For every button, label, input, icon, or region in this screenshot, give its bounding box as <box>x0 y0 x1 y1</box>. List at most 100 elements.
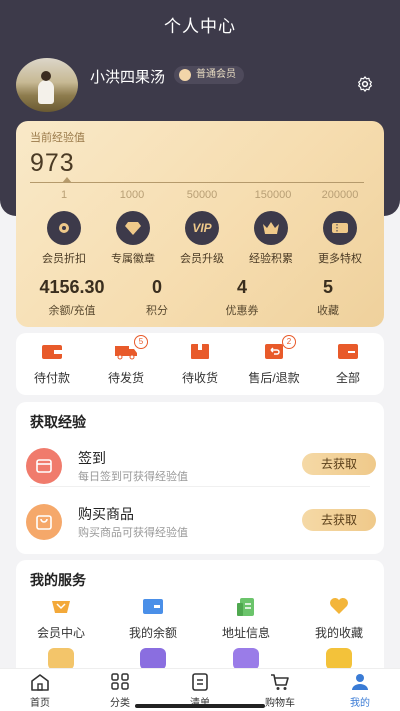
member-card-icon <box>52 601 70 613</box>
service-label: 我的收藏 <box>314 626 363 640</box>
perk-label: 更多特权 <box>318 253 362 265</box>
service-my-balance[interactable]: 我的余额 <box>113 596 193 641</box>
gear-icon[interactable] <box>356 75 374 93</box>
service-member-center[interactable]: 会员中心 <box>21 596 101 641</box>
experience-progress-line <box>30 182 364 183</box>
member-level-label: 普通会员 <box>196 69 236 80</box>
section-title: 获取经验 <box>30 414 86 430</box>
task-description: 购买商品可获得经验值 <box>78 527 188 539</box>
perk-label: 会员升级 <box>180 253 224 265</box>
username: 小洪四果汤 <box>90 69 166 86</box>
user-icon <box>352 674 368 690</box>
order-pending-shipment[interactable]: 5 待发货 <box>91 335 161 386</box>
perk-member-upgrade[interactable]: VIP 会员升级 <box>167 211 237 266</box>
order-status-bar: 待付款 5 待发货 待收货 2 售后/退款 全部 <box>16 333 384 395</box>
stat-balance[interactable]: 4156.30 余额/充值 <box>27 277 117 318</box>
task-description: 每日签到可获得经验值 <box>78 471 188 483</box>
crown-icon <box>263 222 279 234</box>
order-count-badge: 5 <box>134 335 148 349</box>
page-title: 个人中心 <box>164 17 236 36</box>
balance-card-icon <box>143 599 163 614</box>
wallet-icon <box>42 345 62 359</box>
level-tick: 50000 <box>186 189 218 201</box>
home-indicator <box>135 704 265 708</box>
order-label: 售后/退款 <box>248 371 300 385</box>
perk-label: 经验积累 <box>249 253 293 265</box>
tab-label: 我的 <box>350 698 370 709</box>
task-purchase: 购买商品 购买商品可获得经验值 去获取 <box>16 496 384 552</box>
service-icon-partial[interactable] <box>233 648 259 670</box>
list-icon <box>192 673 208 691</box>
grid-icon <box>111 673 129 690</box>
experience-label: 当前经验值 <box>30 132 85 144</box>
stat-favorites[interactable]: 5 收藏 <box>283 277 373 318</box>
bag-icon <box>26 504 62 540</box>
section-title: 我的服务 <box>30 572 86 588</box>
checkin-get-button[interactable]: 去获取 <box>302 453 376 475</box>
service-label: 地址信息 <box>221 626 270 640</box>
service-label: 会员中心 <box>36 626 85 640</box>
discount-icon <box>59 223 69 233</box>
order-after-sales[interactable]: 2 售后/退款 <box>239 335 309 386</box>
calendar-icon <box>26 448 62 484</box>
task-checkin: 签到 每日签到可获得经验值 去获取 <box>16 440 384 496</box>
stat-label: 优惠券 <box>225 305 259 317</box>
perk-label: 专属徽章 <box>111 253 155 265</box>
service-icon-partial[interactable] <box>326 648 352 670</box>
order-pending-payment[interactable]: 待付款 <box>17 341 87 386</box>
orders-icon <box>338 344 358 359</box>
order-label: 待收货 <box>181 371 218 385</box>
level-tick: 150000 <box>254 189 292 201</box>
address-icon <box>237 598 254 616</box>
stat-coupons[interactable]: 4 优惠券 <box>197 277 287 318</box>
service-icon-partial[interactable] <box>48 648 74 670</box>
my-services-section: 我的服务 会员中心 我的余额 地址信息 我的收藏 <box>16 560 384 670</box>
order-label: 待付款 <box>33 371 70 385</box>
experience-value: 973 <box>30 149 75 177</box>
perk-experience-accumulation[interactable]: 经验积累 <box>236 211 306 266</box>
order-all[interactable]: 全部 <box>313 341 383 386</box>
perk-label: 会员折扣 <box>42 253 86 265</box>
member-badge-icon <box>179 69 191 81</box>
divider <box>30 486 370 487</box>
tab-label: 首页 <box>30 698 50 709</box>
avatar[interactable] <box>16 58 78 112</box>
perk-member-discount[interactable]: 会员折扣 <box>29 211 99 266</box>
task-name: 签到 <box>78 450 106 466</box>
member-level-badge: 普通会员 <box>174 66 244 84</box>
order-label: 全部 <box>335 371 360 385</box>
vip-icon: VIP <box>192 221 212 235</box>
cart-icon <box>271 674 289 690</box>
level-tick: 1000 <box>119 189 145 201</box>
service-icon-partial[interactable] <box>140 648 166 670</box>
stat-value: 5 <box>322 277 333 297</box>
earn-experience-section: 获取经验 签到 每日签到可获得经验值 去获取 购买商品 购买商品可获得经验值 去… <box>16 402 384 554</box>
stat-points[interactable]: 0 积分 <box>112 277 202 318</box>
perk-more-privileges[interactable]: 更多特权 <box>305 211 375 266</box>
service-address-info[interactable]: 地址信息 <box>206 596 286 641</box>
progress-marker <box>62 177 72 183</box>
home-icon <box>31 674 49 691</box>
stat-label: 积分 <box>146 305 168 317</box>
stat-value: 4 <box>236 277 247 297</box>
tab-home[interactable]: 首页 <box>10 673 70 709</box>
service-label: 我的余额 <box>128 626 177 640</box>
order-count-badge: 2 <box>282 335 296 349</box>
level-tick: 200000 <box>321 189 359 201</box>
perk-exclusive-badge[interactable]: 专属徽章 <box>98 211 168 266</box>
task-name: 购买商品 <box>78 506 134 522</box>
diamond-icon <box>125 222 141 235</box>
stat-value: 4156.30 <box>39 277 105 297</box>
ticket-icon <box>332 223 348 233</box>
stat-value: 0 <box>151 277 162 297</box>
experience-card: 当前经验值 973 1 1000 50000 150000 200000 会员折… <box>16 121 384 327</box>
stat-label: 收藏 <box>317 305 339 317</box>
purchase-get-button[interactable]: 去获取 <box>302 509 376 531</box>
level-tick: 1 <box>60 189 68 201</box>
service-my-favorites[interactable]: 我的收藏 <box>299 596 379 641</box>
order-label: 待发货 <box>107 371 144 385</box>
package-icon <box>191 344 209 359</box>
heart-icon <box>330 598 348 614</box>
order-pending-receipt[interactable]: 待收货 <box>165 341 235 386</box>
tab-mine[interactable]: 我的 <box>330 673 390 709</box>
